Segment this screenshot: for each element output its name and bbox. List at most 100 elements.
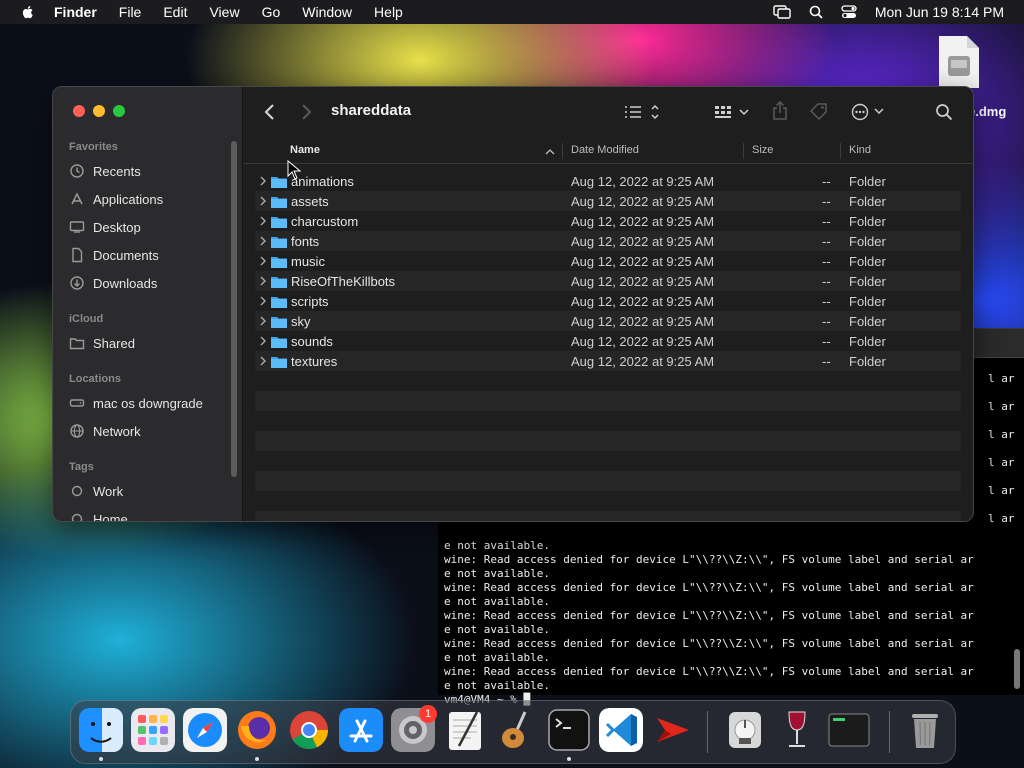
trash-icon[interactable] [903,708,947,752]
screen-mirroring-icon[interactable] [773,5,791,19]
disk-utility-icon[interactable] [723,708,767,752]
forward-chevron-icon[interactable] [299,103,313,121]
zoom-window-button[interactable] [113,105,125,117]
sidebar-item-desktop[interactable]: Desktop [69,216,141,238]
close-window-button[interactable] [73,105,85,117]
sidebar-item-downloads[interactable]: Downloads [69,272,157,294]
column-separator[interactable] [562,143,563,159]
sidebar-item-recents[interactable]: Recents [69,160,141,182]
safari-icon[interactable] [183,708,227,752]
disclosure-chevron-icon[interactable] [259,295,267,307]
disclosure-chevron-icon[interactable] [259,275,267,287]
file-row-riseofthekillbots[interactable]: RiseOfTheKillbots Aug 12, 2022 at 9:25 A… [255,271,961,291]
control-center-icon[interactable] [841,5,857,19]
more-actions-icon[interactable] [851,103,887,121]
terminal-line: wine: Read access denied for device L"\\… [444,553,974,566]
file-row-textures[interactable]: textures Aug 12, 2022 at 9:25 AM -- Fold… [255,351,961,371]
file-row-fonts[interactable]: fonts Aug 12, 2022 at 9:25 AM -- Folder [255,231,961,251]
file-row-animations[interactable]: animations Aug 12, 2022 at 9:25 AM -- Fo… [255,171,961,191]
file-row-charcustom[interactable]: charcustom Aug 12, 2022 at 9:25 AM -- Fo… [255,211,961,231]
file-row-assets[interactable]: assets Aug 12, 2022 at 9:25 AM -- Folder [255,191,961,211]
menu-edit[interactable]: Edit [163,4,187,20]
tag-icon[interactable] [809,102,829,120]
file-row-music[interactable]: music Aug 12, 2022 at 9:25 AM -- Folder [255,251,961,271]
list-view-icon[interactable] [623,104,661,120]
window-controls [73,105,125,117]
column-separator[interactable] [840,143,841,159]
disclosure-chevron-icon[interactable] [259,255,267,267]
sidebar-item-network[interactable]: Network [69,420,141,442]
share-icon[interactable] [771,101,789,121]
file-size: -- [822,354,831,369]
desktop-icon [69,221,85,233]
app-store-icon[interactable] [339,708,383,752]
column-date-modified[interactable]: Date Modified [571,144,639,156]
disclosure-chevron-icon[interactable] [259,175,267,187]
sidebar-item-label: mac os downgrade [93,395,203,411]
sidebar-item-tag-work[interactable]: Work [69,480,123,502]
search-icon[interactable] [935,103,953,121]
column-name[interactable]: Name [290,144,320,156]
sidebar-item-tag-home[interactable]: Home [69,508,128,522]
disclosure-chevron-icon[interactable] [259,335,267,347]
menu-go[interactable]: Go [262,4,281,20]
menu-view[interactable]: View [209,4,239,20]
file-row-sounds[interactable]: sounds Aug 12, 2022 at 9:25 AM -- Folder [255,331,961,351]
garageband-icon[interactable] [495,708,539,752]
running-indicator [567,757,571,761]
wine-icon[interactable] [775,708,819,752]
file-kind: Folder [849,254,886,269]
finder-window[interactable]: Favorites Recents Applications Desktop D… [52,86,974,522]
menu-help[interactable]: Help [374,4,403,20]
file-row-sky[interactable]: sky Aug 12, 2022 at 9:25 AM -- Folder [255,311,961,331]
minimize-window-button[interactable] [93,105,105,117]
column-kind[interactable]: Kind [849,144,871,156]
disclosure-chevron-icon[interactable] [259,195,267,207]
terminal-scroll-thumb[interactable] [1014,649,1020,689]
sidebar-scrollbar[interactable] [231,141,237,477]
menu-app-name[interactable]: Finder [54,4,97,20]
group-by-icon[interactable] [713,104,751,120]
menu-window[interactable]: Window [302,4,352,20]
console-icon[interactable] [827,708,871,752]
empty-row [255,371,961,391]
menu-clock[interactable]: Mon Jun 19 8:14 PM [875,4,1004,20]
file-size: -- [822,174,831,189]
textedit-icon[interactable] [443,708,487,752]
chrome-icon[interactable] [287,708,331,752]
vscode-icon[interactable] [599,708,643,752]
sidebar-item-mac-os-downgrade[interactable]: mac os downgrade [69,392,203,414]
back-chevron-icon[interactable] [263,103,277,121]
file-date: Aug 12, 2022 at 9:25 AM [571,234,715,249]
dmg-file-icon[interactable] [936,34,982,90]
column-separator[interactable] [743,143,744,159]
apple-logo-icon[interactable] [20,4,36,20]
file-row-scripts[interactable]: scripts Aug 12, 2022 at 9:25 AM -- Folde… [255,291,961,311]
disclosure-chevron-icon[interactable] [259,355,267,367]
terminal-scrollbar[interactable] [1012,359,1020,689]
spotlight-search-icon[interactable] [809,5,823,19]
finder-sidebar: Favorites Recents Applications Desktop D… [53,87,243,521]
disclosure-chevron-icon[interactable] [259,235,267,247]
sidebar-item-label: Home [93,511,128,522]
terminal-icon[interactable] [547,708,591,752]
firefox-icon[interactable] [235,708,279,752]
sidebar-item-documents[interactable]: Documents [69,244,159,266]
sidebar-item-applications[interactable]: Applications [69,188,163,210]
window-title: shareddata [331,102,412,119]
sidebar-item-label: Shared [93,335,135,351]
column-size[interactable]: Size [752,144,773,156]
sidebar-item-shared[interactable]: Shared [69,332,135,354]
empty-row [255,431,961,451]
disclosure-chevron-icon[interactable] [259,215,267,227]
document-icon [72,247,83,263]
cheatsheet-arrow-icon[interactable] [651,708,695,752]
file-size: -- [822,334,831,349]
menu-file[interactable]: File [119,4,142,20]
disclosure-chevron-icon[interactable] [259,315,267,327]
sidebar-item-label: Downloads [93,275,158,291]
launchpad-icon[interactable] [131,708,175,752]
shared-folder-icon [69,338,85,350]
sort-ascending-chevron-icon[interactable] [545,148,555,155]
finder-icon[interactable] [79,708,123,752]
